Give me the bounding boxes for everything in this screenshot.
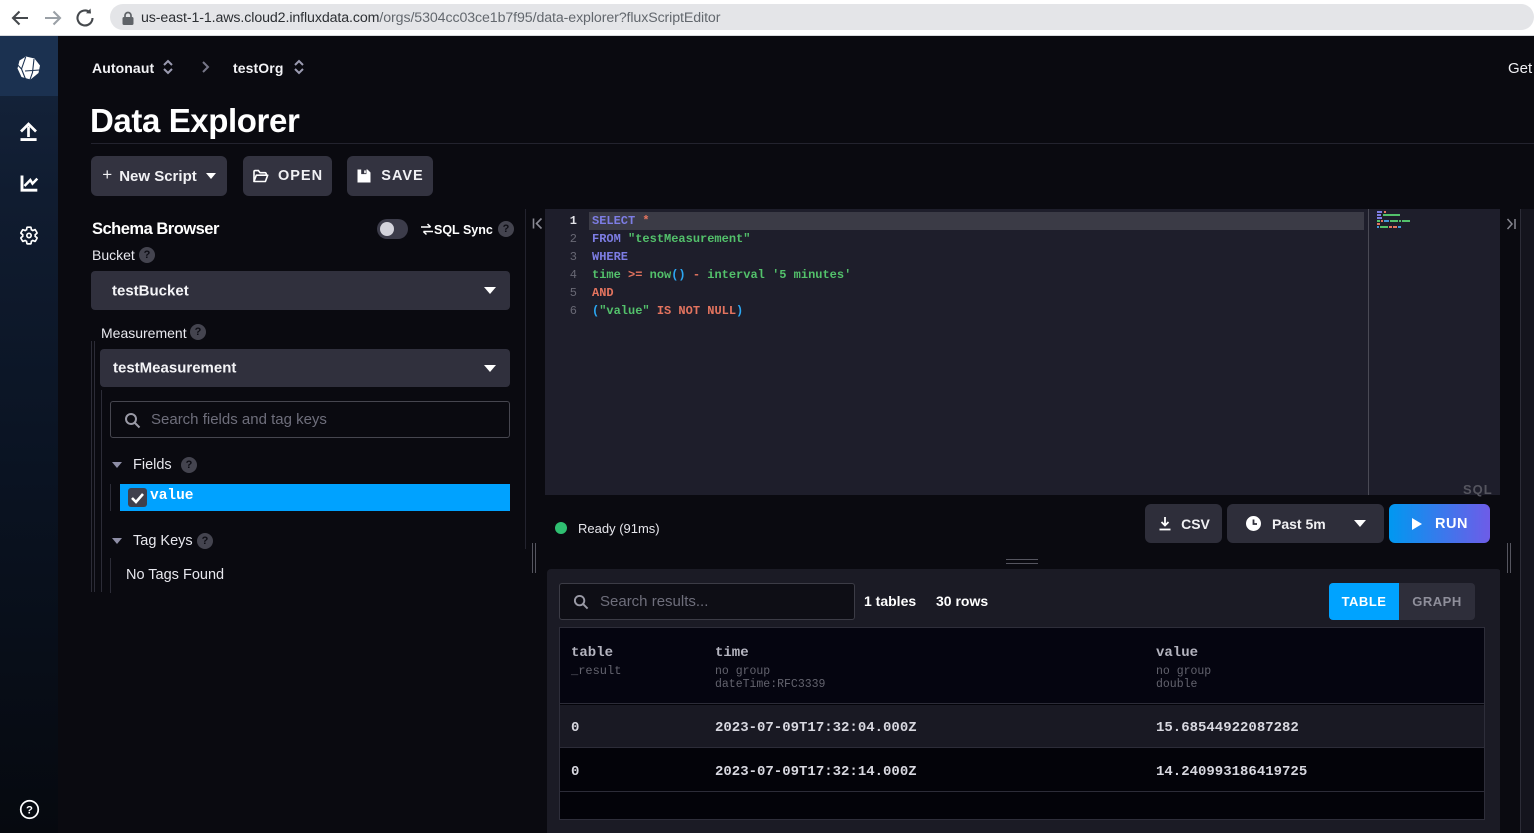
svg-text:?: ? xyxy=(26,804,33,816)
